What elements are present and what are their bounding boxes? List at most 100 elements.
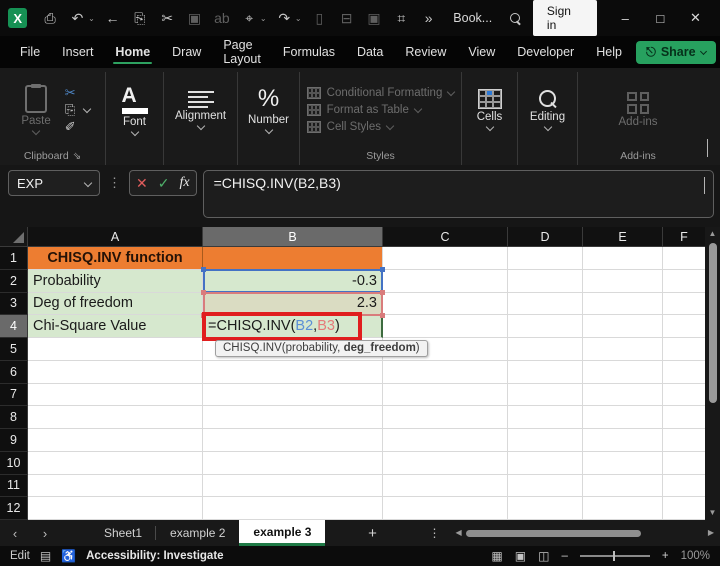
cell-b2[interactable]: -0.3 <box>203 270 383 293</box>
collapse-ribbon-chevron-icon[interactable] <box>707 139 708 157</box>
formula-bar-grip[interactable]: ⋮ <box>106 170 123 196</box>
cell-e2[interactable] <box>583 270 663 293</box>
zoom-in-button[interactable]: + <box>662 550 669 562</box>
cell-f12[interactable] <box>663 497 705 520</box>
sign-in-button[interactable]: Sign in <box>533 0 597 36</box>
cell-d11[interactable] <box>508 475 583 498</box>
cell-f3[interactable] <box>663 293 705 316</box>
select-all-button[interactable] <box>0 227 28 247</box>
cell-e9[interactable] <box>583 429 663 452</box>
share-button[interactable]: ⎋ Share <box>636 41 716 64</box>
formula-input[interactable]: =CHISQ.INV(B2,B3) <box>203 170 714 218</box>
clipboard-dialog-launcher-icon[interactable]: ⇘ <box>73 151 81 162</box>
number-menu-button[interactable]: % Number <box>242 84 295 135</box>
row-header-6[interactable]: 6 <box>0 361 28 384</box>
cell-a4[interactable]: Chi-Square Value <box>28 315 203 338</box>
cell-d10[interactable] <box>508 452 583 475</box>
column-header-a[interactable]: A <box>28 227 203 247</box>
row-header-11[interactable]: 11 <box>0 475 28 498</box>
scroll-left-icon[interactable]: ◀ <box>455 528 461 538</box>
sheet-tab-sheet1[interactable]: Sheet1 <box>90 520 156 546</box>
sheet-prev-icon[interactable]: ‹ <box>0 520 30 546</box>
row-header-12[interactable]: 12 <box>0 497 28 520</box>
alignment-menu-button[interactable]: Alignment <box>169 89 232 131</box>
row-header-9[interactable]: 9 <box>0 429 28 452</box>
tab-review[interactable]: Review <box>395 39 456 65</box>
cell-f6[interactable] <box>663 361 705 384</box>
cell-f4[interactable] <box>663 315 705 338</box>
cell-c7[interactable] <box>383 384 508 407</box>
cell-b4-formula[interactable]: =CHISQ.INV(B2,B3) <box>203 315 383 338</box>
tab-developer[interactable]: Developer <box>507 39 584 65</box>
redo-icon[interactable]: ↷ <box>272 5 297 31</box>
horizontal-scrollbar-thumb[interactable] <box>466 530 641 537</box>
cell-a2[interactable]: Probability <box>28 270 203 293</box>
new-sheet-button[interactable]: + <box>355 520 389 546</box>
cancel-icon[interactable]: ✕ <box>136 175 148 192</box>
cell-a1[interactable]: CHISQ.INV function <box>28 247 203 270</box>
more-commands-icon[interactable]: » <box>416 5 441 31</box>
cell-d9[interactable] <box>508 429 583 452</box>
scroll-right-icon[interactable]: ▶ <box>708 528 714 538</box>
cell-f10[interactable] <box>663 452 705 475</box>
tab-formulas[interactable]: Formulas <box>273 39 345 65</box>
cells-menu-button[interactable]: Cells <box>471 87 509 132</box>
row-header-4[interactable]: 4 <box>0 315 28 338</box>
zoom-slider[interactable] <box>580 555 650 557</box>
horizontal-scrollbar[interactable]: ◀ ▶ <box>449 520 720 546</box>
cell-c8[interactable] <box>383 406 508 429</box>
cell-e12[interactable] <box>583 497 663 520</box>
cell-d4[interactable] <box>508 315 583 338</box>
tab-data[interactable]: Data <box>347 39 393 65</box>
cell-e11[interactable] <box>583 475 663 498</box>
cell-b10[interactable] <box>203 452 383 475</box>
cell-b12[interactable] <box>203 497 383 520</box>
cell-a7[interactable] <box>28 384 203 407</box>
cell-d3[interactable] <box>508 293 583 316</box>
zoom-slider-thumb[interactable] <box>613 551 615 561</box>
cell-c6[interactable] <box>383 361 508 384</box>
cell-e10[interactable] <box>583 452 663 475</box>
back-arrow-icon[interactable]: ← <box>100 5 125 31</box>
format-painter-icon[interactable]: ✐ <box>65 120 76 134</box>
tab-home[interactable]: Home <box>105 39 160 65</box>
excel-logo-icon[interactable]: X <box>8 8 27 28</box>
table-lookup-icon[interactable]: ⌗ <box>389 5 414 31</box>
cell-f11[interactable] <box>663 475 705 498</box>
accessibility-status[interactable]: Accessibility: Investigate <box>86 550 223 562</box>
cut-icon[interactable]: ✂ <box>65 86 76 100</box>
copy-icon[interactable]: ⎘ <box>127 5 152 31</box>
row-header-5[interactable]: 5 <box>0 338 28 361</box>
cell-e6[interactable] <box>583 361 663 384</box>
cell-c4[interactable] <box>383 315 508 338</box>
copy-icon[interactable]: ⎘ <box>65 103 75 117</box>
scroll-down-icon[interactable]: ▼ <box>709 508 717 518</box>
cell-a8[interactable] <box>28 406 203 429</box>
cell-a6[interactable] <box>28 361 203 384</box>
zoom-level[interactable]: 100% <box>681 550 710 562</box>
cell-d2[interactable] <box>508 270 583 293</box>
cell-b7[interactable] <box>203 384 383 407</box>
column-header-c[interactable]: C <box>383 227 508 247</box>
cell-d6[interactable] <box>508 361 583 384</box>
tab-page-layout[interactable]: Page Layout <box>213 32 271 72</box>
cell-f5[interactable] <box>663 338 705 361</box>
cell-f7[interactable] <box>663 384 705 407</box>
cell-a10[interactable] <box>28 452 203 475</box>
sheet-next-icon[interactable]: › <box>30 520 60 546</box>
cell-a12[interactable] <box>28 497 203 520</box>
cell-f2[interactable] <box>663 270 705 293</box>
cell-f8[interactable] <box>663 406 705 429</box>
editing-menu-button[interactable]: Editing <box>524 87 571 132</box>
tab-help[interactable]: Help <box>586 39 632 65</box>
vertical-scrollbar-thumb[interactable] <box>709 243 717 403</box>
cell-a9[interactable] <box>28 429 203 452</box>
cell-d5[interactable] <box>508 338 583 361</box>
cell-c12[interactable] <box>383 497 508 520</box>
scroll-up-icon[interactable]: ▲ <box>709 229 717 239</box>
tab-view[interactable]: View <box>458 39 505 65</box>
column-header-f[interactable]: F <box>663 227 705 247</box>
cell-e8[interactable] <box>583 406 663 429</box>
row-header-3[interactable]: 3 <box>0 293 28 316</box>
row-header-10[interactable]: 10 <box>0 452 28 475</box>
